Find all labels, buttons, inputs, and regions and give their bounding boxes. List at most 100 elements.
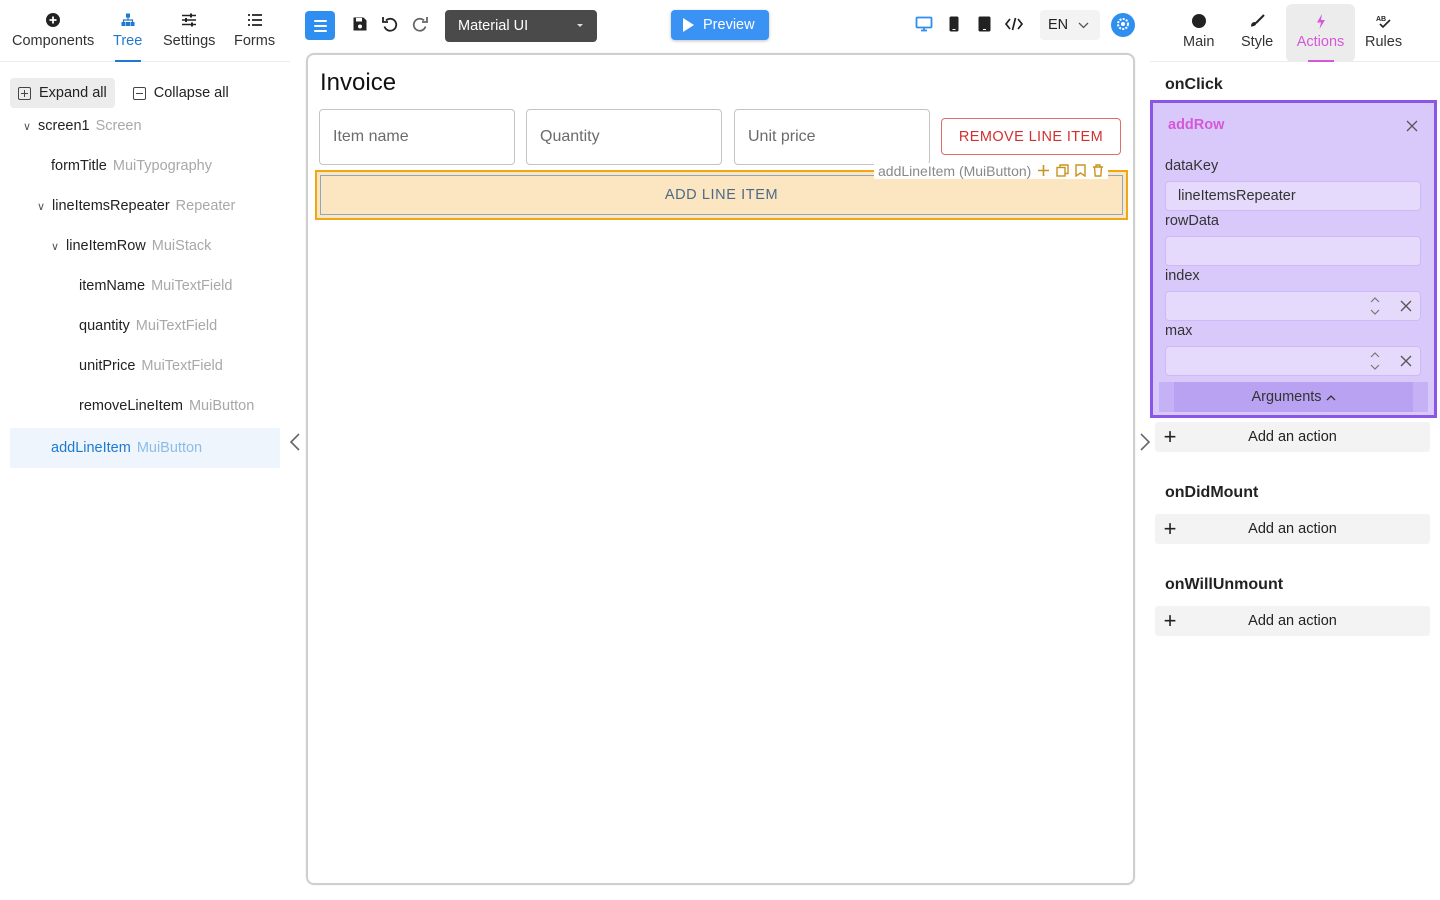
chevron-down-icon[interactable]: ∨ <box>48 240 62 253</box>
tree-item-kind: Screen <box>95 118 142 134</box>
tab-rules-label: Rules <box>1365 34 1403 50</box>
tab-style[interactable]: Style <box>1241 4 1273 62</box>
collapse-right-panel-icon[interactable] <box>1139 432 1151 458</box>
chevron-up-icon <box>1326 389 1336 405</box>
collapse-all-button[interactable]: Collapse all <box>125 78 237 108</box>
tab-actions[interactable]: Actions <box>1286 4 1355 62</box>
tree-item-name: lineItemRow <box>66 238 146 254</box>
tab-tree-label: Tree <box>113 33 143 49</box>
tree-item-name: formTitle <box>51 158 107 174</box>
onwillunmount-add-action-button[interactable]: + Add an action <box>1155 606 1430 636</box>
chevron-down-icon <box>1078 17 1089 33</box>
delete-icon[interactable] <box>1092 163 1104 179</box>
tab-settings[interactable]: Settings <box>163 0 215 62</box>
chevron-down-icon[interactable]: ∨ <box>20 120 34 133</box>
add-icon[interactable] <box>1037 164 1050 179</box>
tree-item-itemname[interactable]: itemName MuiTextField <box>10 266 280 306</box>
number-stepper-icon[interactable] <box>1370 351 1380 371</box>
close-icon[interactable] <box>1406 119 1418 132</box>
selection-toolbar: addLineItem (MuiButton) <box>874 163 1109 179</box>
tree-item-kind: MuiButton <box>188 398 255 414</box>
tree-item-screen1[interactable]: ∨ screen1 Screen <box>10 106 280 146</box>
tab-forms[interactable]: Forms <box>234 0 275 62</box>
chevron-down-icon[interactable]: ∨ <box>34 200 48 213</box>
number-stepper-icon[interactable] <box>1370 296 1380 316</box>
tab-components-label: Components <box>12 33 95 49</box>
circle-icon <box>1190 12 1208 30</box>
add-line-item-button[interactable]: ADD LINE ITEM <box>320 175 1123 215</box>
plus-icon: + <box>1163 424 1177 449</box>
tab-main[interactable]: Main <box>1183 4 1214 62</box>
tree-item-kind: MuiTextField <box>141 358 223 374</box>
arguments-toggle[interactable]: Arguments <box>1159 382 1428 412</box>
tab-forms-label: Forms <box>234 33 276 49</box>
brush-icon <box>1248 12 1266 30</box>
preview-button[interactable]: Preview <box>671 10 769 40</box>
tab-components[interactable]: Components <box>12 0 94 62</box>
rowdata-label: rowData <box>1165 213 1219 229</box>
desktop-view-button[interactable] <box>913 14 935 36</box>
svg-text:AB: AB <box>1376 16 1386 23</box>
onwillunmount-event-title: onWillUnmount <box>1165 576 1284 593</box>
redo-icon <box>411 15 429 36</box>
datakey-input[interactable]: lineItemsRepeater <box>1165 181 1421 211</box>
rowdata-input[interactable] <box>1165 236 1421 266</box>
quantity-field[interactable]: Quantity <box>526 109 722 165</box>
theme-select[interactable]: Material UI <box>445 10 597 42</box>
form-title[interactable]: Invoice <box>320 69 396 97</box>
app-settings-button[interactable] <box>1111 13 1135 37</box>
action-name: addRow <box>1168 117 1225 133</box>
rules-icon: AB <box>1375 12 1393 30</box>
undo-button[interactable] <box>379 14 401 36</box>
duplicate-icon[interactable] <box>1056 163 1070 179</box>
save-icon <box>352 16 368 35</box>
item-name-placeholder: Item name <box>333 128 409 145</box>
clear-icon[interactable] <box>1400 355 1412 367</box>
play-icon <box>683 18 694 32</box>
tree-item-removelineitem[interactable]: removeLineItem MuiButton <box>10 386 280 426</box>
datakey-value: lineItemsRepeater <box>1178 188 1296 204</box>
max-input[interactable] <box>1165 346 1421 376</box>
item-name-field[interactable]: Item name <box>319 109 515 165</box>
collapse-left-panel-icon[interactable] <box>289 432 301 458</box>
design-canvas[interactable]: Invoice Item name Quantity Unit price RE… <box>306 53 1135 885</box>
code-view-button[interactable] <box>1003 14 1025 36</box>
action-card-addrow[interactable]: addRow dataKey lineItemsRepeater rowData… <box>1150 100 1437 418</box>
right-tabs: Main Style Actions AB Rules <box>1150 0 1440 62</box>
menu-button[interactable] <box>305 11 335 40</box>
expand-all-button[interactable]: Expand all <box>10 78 115 108</box>
bolt-icon <box>1312 12 1330 30</box>
add-action-label: Add an action <box>1248 613 1337 629</box>
clear-icon[interactable] <box>1400 300 1412 312</box>
tree-item-kind: MuiButton <box>136 440 203 456</box>
tree-item-quantity[interactable]: quantity MuiTextField <box>10 306 280 346</box>
tree-item-name: lineItemsRepeater <box>52 198 170 214</box>
expand-icon <box>18 86 31 100</box>
onclick-add-action-button[interactable]: + Add an action <box>1155 422 1430 452</box>
quantity-placeholder: Quantity <box>540 128 600 145</box>
max-label: max <box>1165 323 1193 339</box>
tree-item-unitprice[interactable]: unitPrice MuiTextField <box>10 346 280 386</box>
tree-item-addlineitem[interactable]: addLineItem MuiButton <box>10 428 280 468</box>
add-action-label: Add an action <box>1248 521 1337 537</box>
save-button[interactable] <box>349 14 371 36</box>
tree-item-lineitemsrepeater[interactable]: ∨ lineItemsRepeater Repeater <box>10 186 280 226</box>
tree-item-lineitemrow[interactable]: ∨ lineItemRow MuiStack <box>10 226 280 266</box>
tab-tree[interactable]: Tree <box>113 0 142 62</box>
collapse-all-label: Collapse all <box>153 85 229 101</box>
redo-button[interactable] <box>409 14 431 36</box>
bookmark-icon[interactable] <box>1075 163 1087 179</box>
unit-price-field[interactable]: Unit price <box>734 109 930 165</box>
remove-line-item-button[interactable]: REMOVE LINE ITEM <box>941 118 1121 155</box>
tab-rules[interactable]: AB Rules <box>1365 4 1402 62</box>
undo-icon <box>381 15 399 36</box>
gear-icon <box>1115 16 1131 35</box>
tree-item-name: unitPrice <box>79 358 136 374</box>
tree-item-formtitle[interactable]: formTitle MuiTypography <box>10 146 280 186</box>
ondidmount-add-action-button[interactable]: + Add an action <box>1155 514 1430 544</box>
language-select[interactable]: EN <box>1040 10 1100 40</box>
index-input[interactable] <box>1165 291 1421 321</box>
tablet-view-button[interactable] <box>973 14 995 36</box>
mobile-view-button[interactable] <box>943 14 965 36</box>
caret-down-icon <box>577 24 583 27</box>
